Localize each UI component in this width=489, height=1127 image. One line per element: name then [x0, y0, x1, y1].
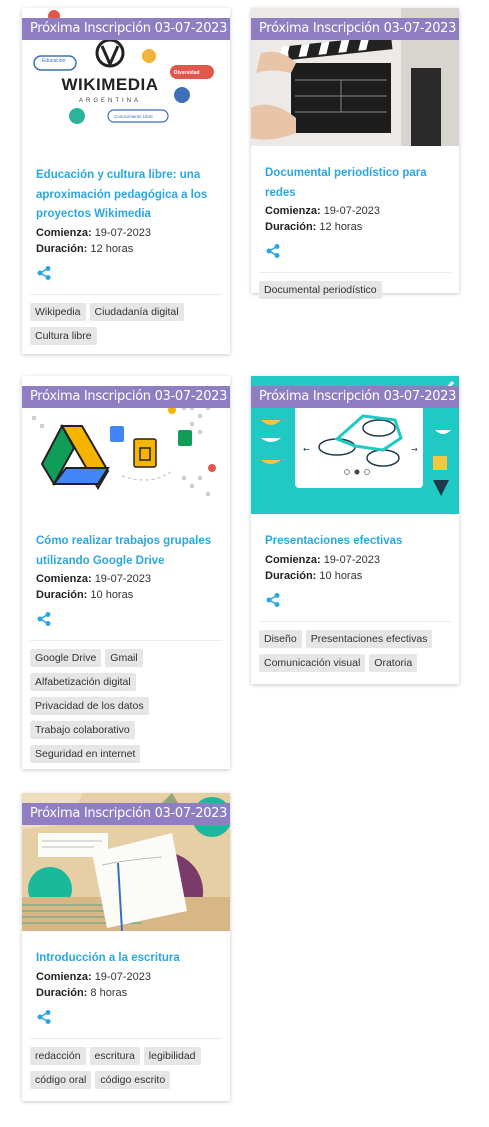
share-icon[interactable] [36, 611, 52, 627]
tag-list: Documental periodístico [259, 272, 451, 311]
tag[interactable]: Cultura libre [30, 326, 97, 345]
duration-value: 12 horas [319, 221, 363, 233]
tag[interactable]: Comunicación visual [259, 653, 366, 672]
start-label: Comienza: [36, 573, 92, 585]
course-title[interactable]: Documental periodístico para redes [265, 164, 445, 203]
tag[interactable]: Google Drive [30, 649, 102, 667]
tag[interactable]: Gmail [105, 649, 143, 667]
course-duration: Duración: 8 horas [36, 985, 216, 1001]
share-icon[interactable] [265, 592, 281, 608]
course-start: Comienza: 19-07-2023 [36, 969, 216, 985]
chip-conocimiento: Conocimiento Libre [114, 114, 153, 119]
course-card[interactable]: ← → Próxima Inscripción 03-07-2023 Prese… [251, 376, 459, 684]
course-start: Comienza: 19-07-2023 [265, 552, 445, 568]
svg-text:←: ← [303, 445, 310, 454]
chip-educacion: Educación [42, 58, 66, 64]
start-date: 19-07-2023 [323, 553, 380, 566]
start-date: 19-07-2023 [94, 573, 151, 585]
share-icon[interactable] [36, 265, 52, 281]
start-date: 19-07-2023 [94, 226, 151, 239]
tag[interactable]: redacción [30, 1046, 86, 1065]
tag-list: redacción escritura legibilidad código o… [30, 1037, 222, 1101]
course-thumbnail[interactable]: Educación Diversidad Conocimiento Libre … [22, 8, 230, 156]
course-card[interactable]: Próxima Inscripción 03-07-2023 Documenta… [251, 8, 459, 299]
tag-list: Google Drive Gmail Alfabetización digita… [30, 640, 222, 775]
tag[interactable]: Privacidad de los datos [30, 697, 149, 715]
share-icon[interactable] [265, 243, 281, 259]
enrollment-badge: Próxima Inscripción 03-07-2023 [22, 803, 230, 825]
course-duration: Duración: 12 horas [36, 241, 216, 257]
start-date: 19-07-2023 [94, 970, 151, 983]
tag[interactable]: código oral [30, 1070, 92, 1089]
tag[interactable]: código escrito [95, 1070, 171, 1089]
course-duration: Duración: 12 horas [265, 219, 445, 235]
start-label: Comienza: [265, 553, 321, 566]
course-duration: Duración: 10 horas [36, 587, 216, 603]
duration-value: 8 horas [90, 986, 128, 999]
course-card[interactable]: Próxima Inscripción 03-07-2023 Cómo real… [22, 376, 230, 769]
course-start: Comienza: 19-07-2023 [36, 571, 216, 587]
brand-name: WIKIMEDIA [61, 75, 158, 94]
course-title[interactable]: Educación y cultura libre: una aproximac… [36, 166, 216, 225]
start-date: 19-07-2023 [323, 205, 380, 217]
duration-label: Duración: [36, 589, 88, 601]
tag[interactable]: Trabajo colaborativo [30, 721, 135, 739]
tag[interactable]: Alfabetización digital [30, 673, 136, 691]
enrollment-badge: Próxima Inscripción 03-07-2023 [22, 386, 230, 408]
tag[interactable]: Ciudadanía digital [89, 302, 184, 321]
svg-text:→: → [411, 445, 418, 454]
start-label: Comienza: [265, 205, 321, 217]
tag[interactable]: Presentaciones efectivas [305, 629, 433, 648]
enrollment-badge: Próxima Inscripción 03-07-2023 [22, 18, 230, 40]
tag-list: Wikipedia Ciudadanía digital Cultura lib… [30, 293, 222, 357]
tag[interactable]: legibilidad [143, 1046, 201, 1065]
duration-value: 12 horas [90, 242, 134, 255]
course-thumbnail[interactable]: Próxima Inscripción 03-07-2023 [22, 376, 230, 514]
course-thumbnail[interactable]: Próxima Inscripción 03-07-2023 [251, 8, 459, 146]
duration-value: 10 horas [90, 589, 134, 601]
course-thumbnail[interactable]: ← → Próxima Inscripción 03-07-2023 [251, 376, 459, 514]
course-title[interactable]: Introducción a la escritura [36, 949, 216, 969]
share-icon[interactable] [36, 1009, 52, 1025]
course-title[interactable]: Presentaciones efectivas [265, 532, 445, 552]
course-thumbnail[interactable]: Próxima Inscripción 03-07-2023 [22, 793, 230, 931]
start-label: Comienza: [36, 226, 92, 239]
duration-label: Duración: [265, 569, 317, 582]
duration-label: Duración: [36, 242, 88, 255]
course-start: Comienza: 19-07-2023 [36, 225, 216, 241]
tag[interactable]: Seguridad en internet [30, 745, 141, 763]
tag[interactable]: Documental periodístico [259, 281, 382, 299]
course-duration: Duración: 10 horas [265, 568, 445, 584]
brand-sub: ARGENTINA [79, 98, 141, 104]
course-start: Comienza: 19-07-2023 [265, 203, 445, 219]
tag[interactable]: escritura [89, 1046, 140, 1065]
start-label: Comienza: [36, 970, 92, 983]
tag[interactable]: Wikipedia [30, 302, 86, 321]
duration-label: Duración: [265, 221, 317, 233]
enrollment-badge: Próxima Inscripción 03-07-2023 [251, 18, 459, 40]
tag-list: Diseño Presentaciones efectivas Comunica… [259, 620, 451, 684]
course-card[interactable]: Próxima Inscripción 03-07-2023 Introducc… [22, 793, 230, 1101]
tag[interactable]: Diseño [259, 629, 302, 648]
chip-diversidad: Diversidad [174, 70, 200, 76]
duration-value: 10 horas [319, 569, 363, 582]
duration-label: Duración: [36, 986, 88, 999]
tag[interactable]: Oratoria [369, 653, 418, 672]
course-card[interactable]: Educación Diversidad Conocimiento Libre … [22, 8, 230, 354]
enrollment-badge: Próxima Inscripción 03-07-2023 [251, 386, 459, 408]
course-title[interactable]: Cómo realizar trabajos grupales utilizan… [36, 532, 216, 571]
